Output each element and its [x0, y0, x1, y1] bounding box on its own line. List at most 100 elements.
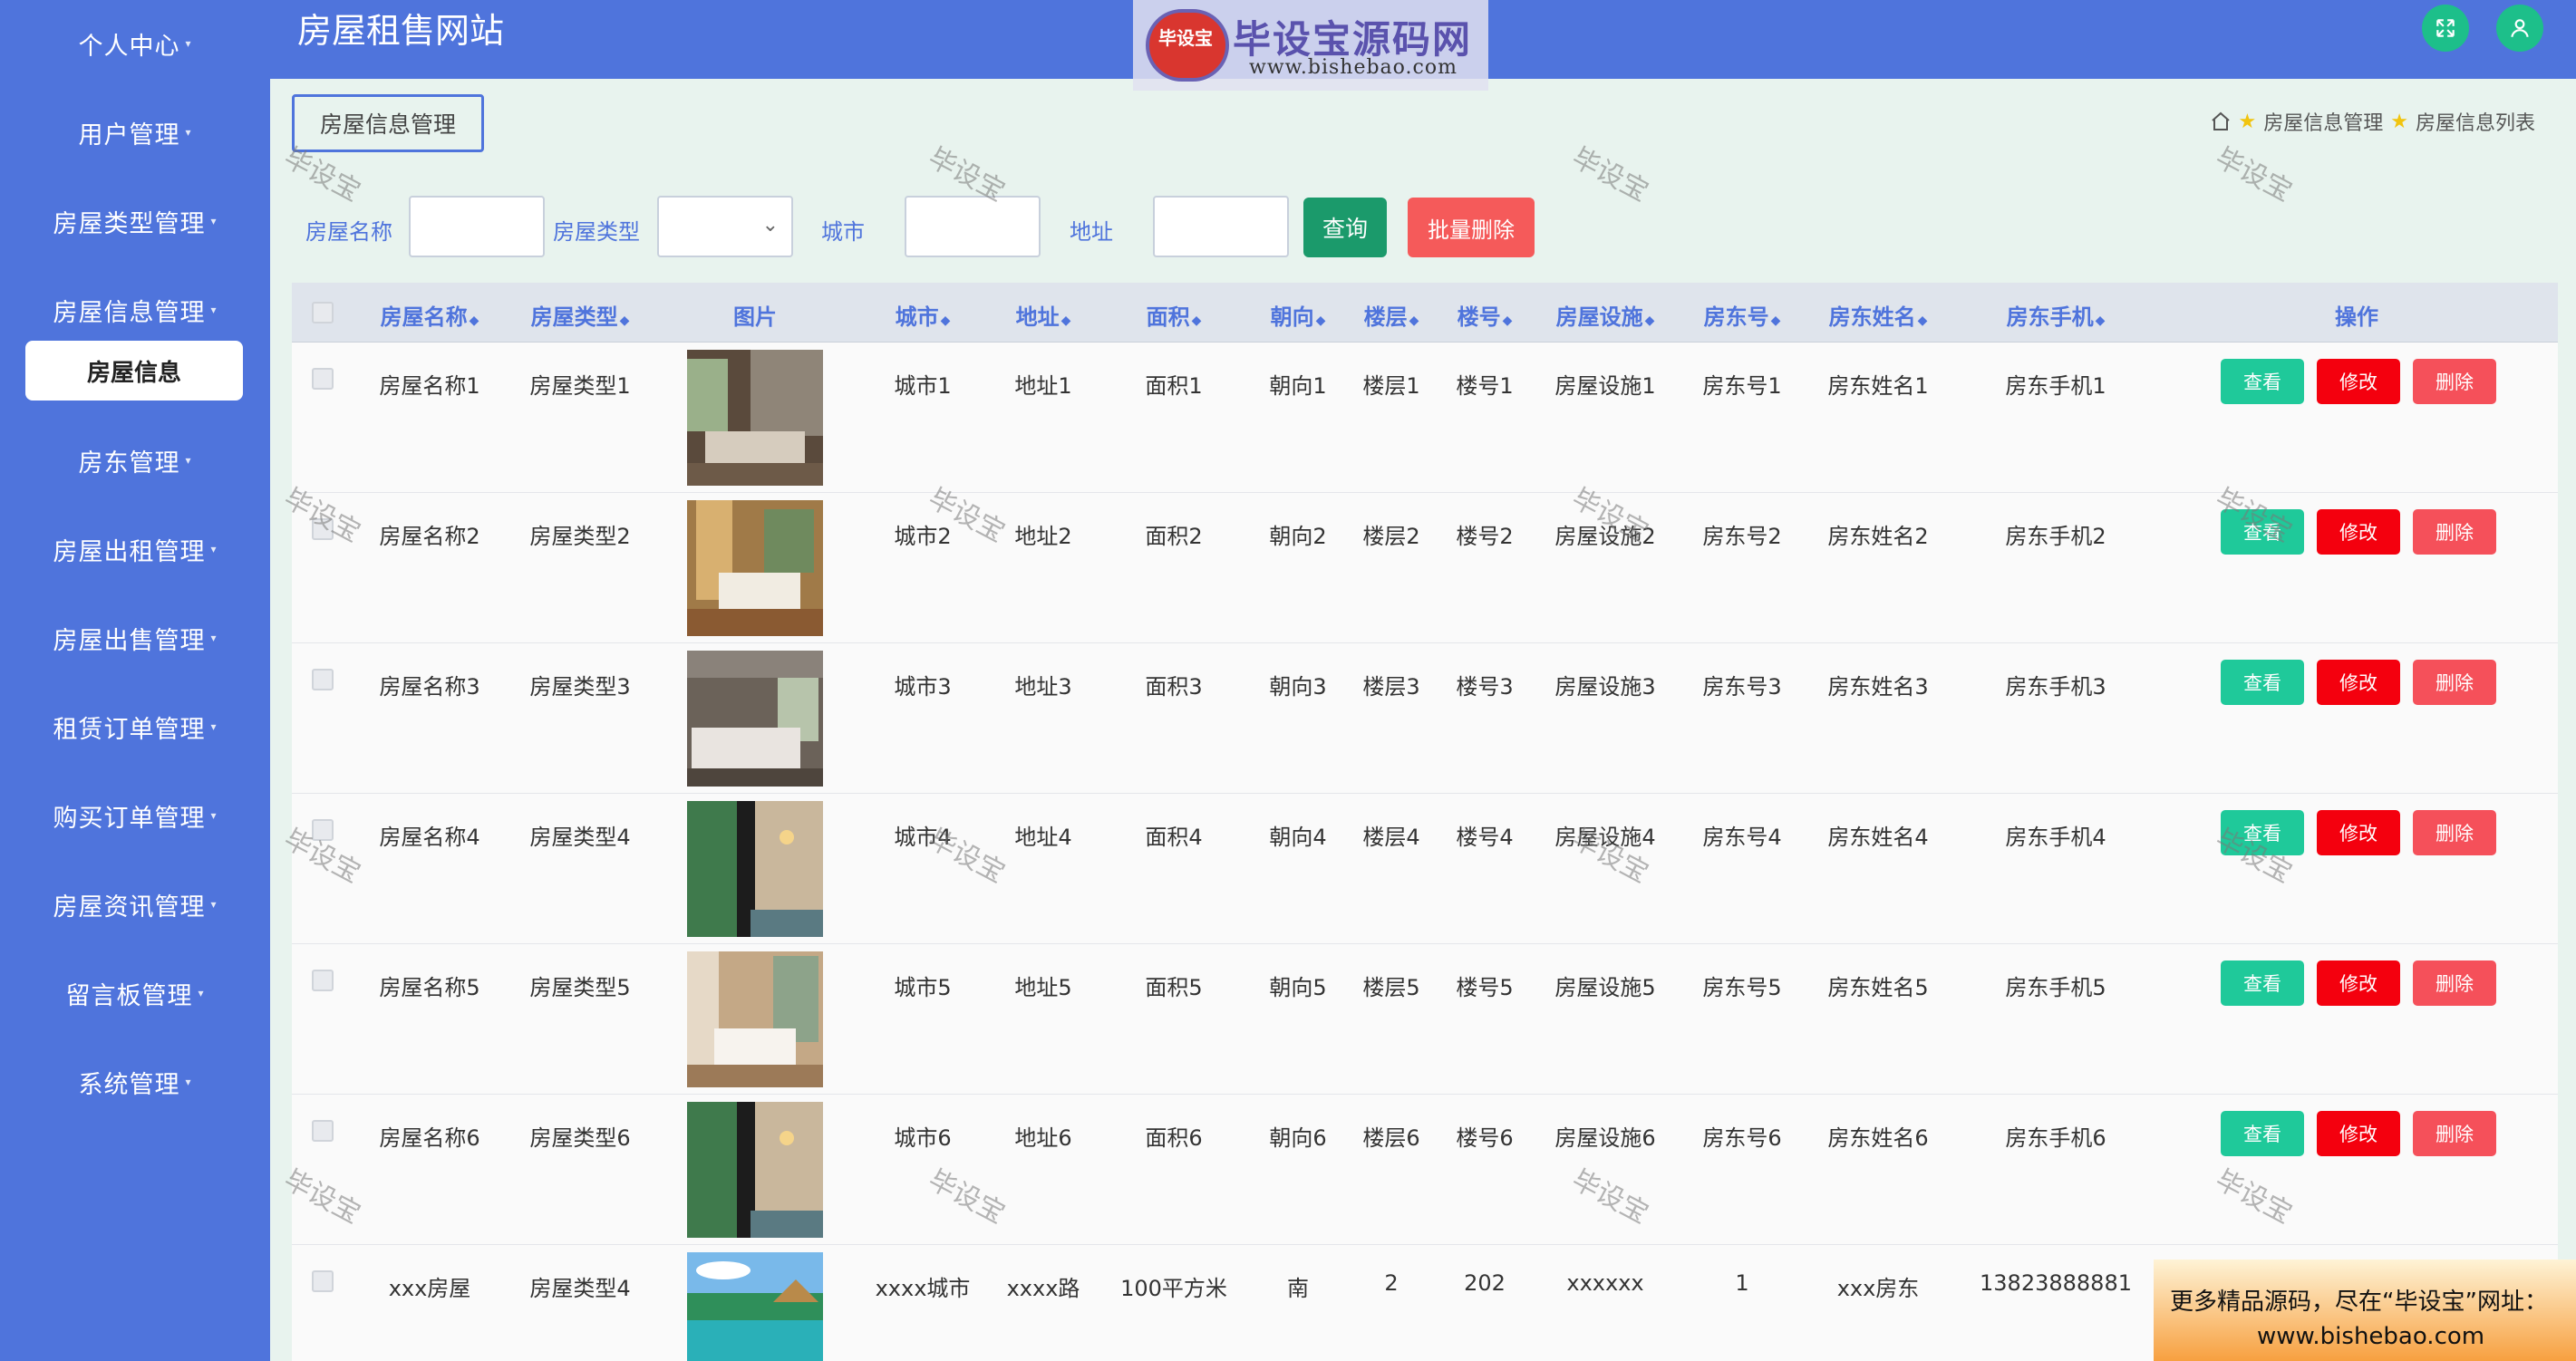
- th-house-type[interactable]: 房屋类型 ◆: [531, 299, 630, 331]
- th-house-name[interactable]: 房屋名称 ◆: [381, 299, 479, 331]
- fullscreen-button[interactable]: [2422, 5, 2469, 52]
- sidebar-item-purchase-order-management[interactable]: 购买订单管理 ▾: [0, 788, 270, 843]
- edit-button[interactable]: 修改: [2317, 960, 2400, 1006]
- house-type-select[interactable]: ⌄: [657, 196, 793, 257]
- sidebar-item-landlord-management[interactable]: 房东管理 ▾: [0, 433, 270, 487]
- delete-button[interactable]: 删除: [2413, 660, 2496, 705]
- th-address[interactable]: 地址 ◆: [1016, 299, 1071, 331]
- cell-area: 面积6: [1145, 1125, 1203, 1151]
- home-icon[interactable]: [2210, 111, 2232, 132]
- cell-house-name: 房屋名称4: [379, 825, 480, 850]
- caret-down-icon: ▾: [185, 126, 192, 139]
- page-tag[interactable]: 房屋信息管理: [292, 94, 484, 152]
- logo-url: www.bishebao.com: [1249, 56, 1457, 79]
- house-image[interactable]: [687, 951, 823, 1087]
- caret-down-icon: ▾: [210, 720, 218, 733]
- sort-icon: ◆: [1060, 314, 1071, 328]
- table-row: 房屋名称5 房屋类型5 城市5 地址5 面积5 朝向5 楼层5 楼号5 房屋设施…: [292, 944, 2558, 1095]
- th-building[interactable]: 楼号 ◆: [1457, 299, 1513, 331]
- cell-address: 地址5: [1014, 975, 1072, 1000]
- view-button[interactable]: 查看: [2221, 810, 2304, 855]
- cell-address: xxxx路: [1006, 1276, 1080, 1301]
- delete-button[interactable]: 删除: [2413, 359, 2496, 404]
- sidebar-item-house-type-management[interactable]: 房屋类型管理 ▾: [0, 194, 270, 248]
- table-row: 房屋名称2 房屋类型2 城市2 地址2 面积2 朝向2 楼层2 楼号2 房屋设施…: [292, 493, 2558, 643]
- address-input[interactable]: [1153, 196, 1289, 257]
- breadcrumb-level1[interactable]: 房屋信息管理: [2263, 107, 2383, 136]
- view-button[interactable]: 查看: [2221, 660, 2304, 705]
- edit-button[interactable]: 修改: [2317, 660, 2400, 705]
- edit-button[interactable]: 修改: [2317, 810, 2400, 855]
- cell-house-type: 房屋类型6: [529, 1125, 631, 1151]
- cell-landlord-no: 房东号5: [1702, 975, 1782, 1000]
- delete-button[interactable]: 删除: [2413, 509, 2496, 555]
- cell-orientation: 朝向3: [1269, 674, 1327, 700]
- edit-button[interactable]: 修改: [2317, 509, 2400, 555]
- sidebar-subitem-house-info[interactable]: 房屋信息: [25, 341, 243, 401]
- cell-area: 100平方米: [1120, 1276, 1227, 1301]
- house-image[interactable]: [687, 350, 823, 486]
- delete-button[interactable]: 删除: [2413, 1111, 2496, 1156]
- th-city[interactable]: 城市 ◆: [896, 299, 951, 331]
- user-button[interactable]: [2496, 5, 2543, 52]
- sidebar-item-lease-order-management[interactable]: 租赁订单管理 ▾: [0, 700, 270, 754]
- th-facilities[interactable]: 房屋设施 ◆: [1556, 299, 1655, 331]
- view-button[interactable]: 查看: [2221, 359, 2304, 404]
- batch-delete-button[interactable]: 批量删除: [1408, 198, 1535, 257]
- sidebar-item-personal-center[interactable]: 个人中心 ▾: [0, 16, 270, 71]
- cell-house-type: 房屋类型3: [529, 674, 631, 700]
- cell-floor: 楼层3: [1362, 674, 1420, 700]
- row-checkbox[interactable]: [312, 1120, 334, 1142]
- edit-button[interactable]: 修改: [2317, 1111, 2400, 1156]
- cell-landlord-name: 房东姓名2: [1827, 524, 1929, 549]
- house-image[interactable]: [687, 500, 823, 636]
- promo-banner[interactable]: 更多精品源码，尽在“毕设宝”网址： www.bishebao.com: [2154, 1260, 2576, 1361]
- query-button[interactable]: 查询: [1303, 198, 1387, 257]
- cell-landlord-name: 房东姓名3: [1827, 674, 1929, 700]
- th-landlord-name[interactable]: 房东姓名 ◆: [1829, 299, 1928, 331]
- sidebar-item-message-board-management[interactable]: 留言板管理 ▾: [0, 966, 270, 1020]
- sidebar-item-rent-management[interactable]: 房屋出租管理 ▾: [0, 522, 270, 576]
- row-checkbox[interactable]: [312, 819, 334, 841]
- row-checkbox[interactable]: [312, 518, 334, 540]
- watermark-logo: 毕设宝 毕设宝源码网 www.bishebao.com: [1133, 0, 1488, 91]
- th-landlord-phone[interactable]: 房东手机 ◆: [2007, 299, 2106, 331]
- cell-landlord-no: 1: [1735, 1270, 1749, 1296]
- sidebar-item-user-management[interactable]: 用户管理 ▾: [0, 105, 270, 159]
- th-orientation[interactable]: 朝向 ◆: [1271, 299, 1326, 331]
- view-button[interactable]: 查看: [2221, 1111, 2304, 1156]
- caret-down-icon: ▾: [210, 632, 218, 644]
- cell-floor: 楼层2: [1362, 524, 1420, 549]
- cell-building: 楼号4: [1456, 825, 1514, 850]
- th-area[interactable]: 面积 ◆: [1147, 299, 1202, 331]
- row-checkbox[interactable]: [312, 368, 334, 390]
- sidebar-item-sale-management[interactable]: 房屋出售管理 ▾: [0, 611, 270, 665]
- caret-down-icon: ▾: [210, 215, 218, 227]
- row-checkbox[interactable]: [312, 970, 334, 991]
- sidebar-item-system-management[interactable]: 系统管理 ▾: [0, 1055, 270, 1109]
- sort-icon: ◆: [1315, 314, 1326, 328]
- house-image[interactable]: [687, 651, 823, 787]
- th-floor[interactable]: 楼层 ◆: [1364, 299, 1419, 331]
- sidebar-item-house-info-management[interactable]: 房屋信息管理 ▾: [0, 283, 270, 337]
- cell-house-name: 房屋名称6: [379, 1125, 480, 1151]
- house-image[interactable]: [687, 1252, 823, 1361]
- cell-house-name: xxx房屋: [388, 1276, 471, 1301]
- city-input[interactable]: [905, 196, 1041, 257]
- row-checkbox[interactable]: [312, 1270, 334, 1292]
- sort-icon: ◆: [940, 314, 951, 328]
- row-checkbox[interactable]: [312, 669, 334, 690]
- delete-button[interactable]: 删除: [2413, 960, 2496, 1006]
- edit-button[interactable]: 修改: [2317, 359, 2400, 404]
- select-all-checkbox[interactable]: [312, 302, 334, 323]
- view-button[interactable]: 查看: [2221, 509, 2304, 555]
- sidebar-item-news-management[interactable]: 房屋资讯管理 ▾: [0, 877, 270, 931]
- cell-landlord-phone: 13823888881: [1980, 1270, 2132, 1296]
- house-name-input[interactable]: [409, 196, 545, 257]
- th-landlord-no[interactable]: 房东号 ◆: [1704, 299, 1781, 331]
- delete-button[interactable]: 删除: [2413, 810, 2496, 855]
- house-image[interactable]: [687, 801, 823, 937]
- view-button[interactable]: 查看: [2221, 960, 2304, 1006]
- house-image[interactable]: [687, 1102, 823, 1238]
- cell-landlord-no: 房东号2: [1702, 524, 1782, 549]
